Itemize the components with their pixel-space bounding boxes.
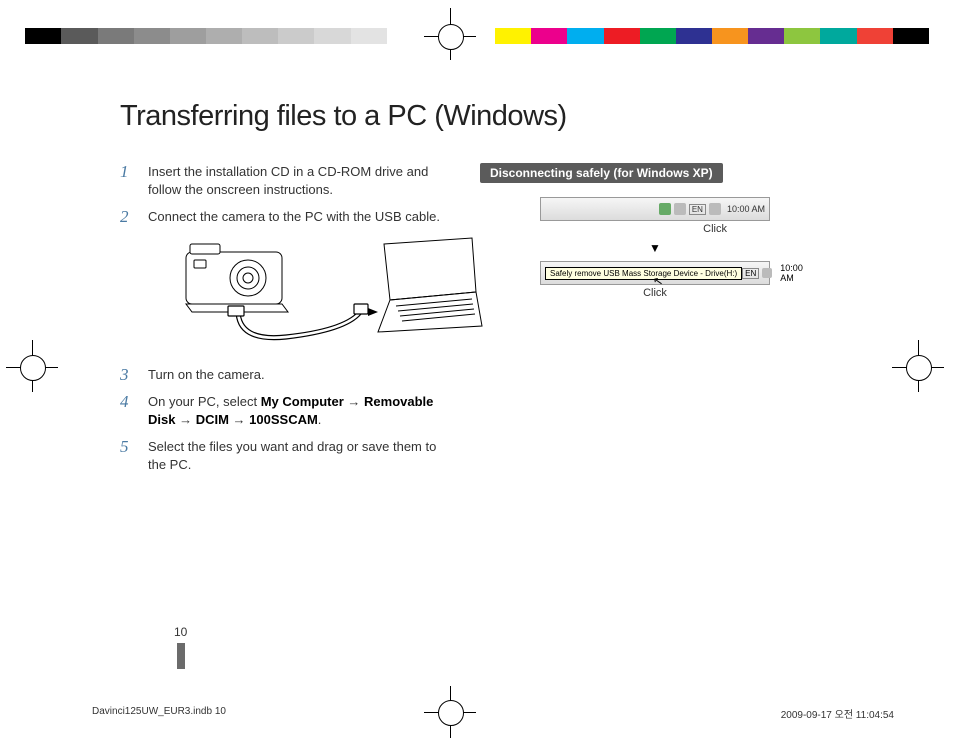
language-indicator: EN bbox=[689, 204, 706, 215]
page-title: Transferring files to a PC (Windows) bbox=[120, 100, 840, 133]
registration-mark-icon bbox=[906, 355, 932, 381]
taskbar-screenshot-2: Safely remove USB Mass Storage Device - … bbox=[540, 261, 770, 285]
click-label-2: Click bbox=[543, 287, 767, 299]
registration-mark-icon bbox=[438, 24, 464, 50]
cursor-icon: ↖ bbox=[652, 273, 664, 289]
page-number-bar bbox=[177, 643, 185, 669]
step-4-dcim: DCIM bbox=[196, 412, 229, 427]
steps-column: Insert the installation CD in a CD-ROM d… bbox=[120, 163, 450, 483]
right-column: Disconnecting safely (for Windows XP) EN… bbox=[480, 163, 830, 483]
page-number: 10 bbox=[174, 625, 187, 639]
step-2: Connect the camera to the PC with the US… bbox=[120, 208, 450, 354]
disconnect-heading: Disconnecting safely (for Windows XP) bbox=[480, 163, 723, 183]
printer-color-bar bbox=[0, 28, 954, 44]
taskbar-screenshot-1: EN 10:00 AM bbox=[540, 197, 770, 221]
footer-timestamp: 2009-09-17 오전 11:04:54 bbox=[781, 706, 894, 721]
tray-icon bbox=[762, 268, 772, 278]
click-label-1: Click bbox=[543, 223, 767, 235]
camera-to-laptop-illustration bbox=[176, 234, 486, 354]
print-footer: Davinci125UW_EUR3.indb 10 2009-09-17 오전 … bbox=[92, 706, 894, 721]
step-4-mycomputer: My Computer bbox=[261, 394, 344, 409]
taskbar-clock: 10:00 AM bbox=[780, 263, 803, 283]
step-4-100sscam: 100SSCAM bbox=[249, 412, 318, 427]
step-5: Select the files you want and drag or sa… bbox=[120, 438, 450, 473]
footer-filename: Davinci125UW_EUR3.indb 10 bbox=[92, 706, 226, 721]
step-3: Turn on the camera. bbox=[120, 366, 450, 384]
down-arrow-icon: ▼ bbox=[543, 241, 767, 255]
tray-icon bbox=[674, 203, 686, 215]
safely-remove-tooltip: Safely remove USB Mass Storage Device - … bbox=[545, 267, 742, 280]
tray-icon bbox=[709, 203, 721, 215]
usb-tray-icon bbox=[659, 203, 671, 215]
step-4: On your PC, select My Computer → Removab… bbox=[120, 393, 450, 428]
step-1: Insert the installation CD in a CD-ROM d… bbox=[120, 163, 450, 198]
step-2-text: Connect the camera to the PC with the US… bbox=[148, 209, 440, 224]
taskbar-clock: 10:00 AM bbox=[727, 204, 765, 214]
language-indicator: EN bbox=[742, 268, 759, 279]
step-4-pre: On your PC, select bbox=[148, 394, 261, 409]
page-number-block: 10 bbox=[174, 625, 187, 669]
registration-mark-icon bbox=[20, 355, 46, 381]
